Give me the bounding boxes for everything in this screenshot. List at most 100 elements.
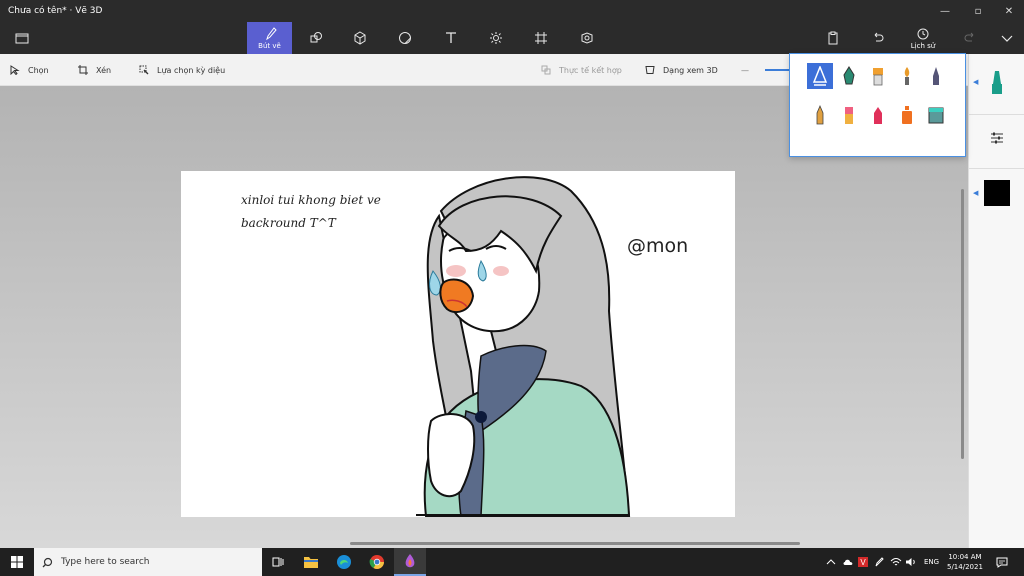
taskbar-edge[interactable] [328,548,360,576]
fill-icon [928,107,944,124]
notification-icon [996,557,1008,568]
tab-effects[interactable] [476,22,516,54]
taskbar-search[interactable]: Type here to search [34,548,262,576]
3d-view-button[interactable]: Dạng xem 3D [645,54,718,86]
oil-brush-icon [873,68,883,86]
pen-tray[interactable] [874,548,884,576]
library-3d-icon [581,32,593,44]
show-hidden-icons-button[interactable] [826,548,836,576]
current-color-swatch[interactable] [984,180,1010,206]
select-button[interactable]: Chọn [10,54,49,86]
taskbar-file-explorer[interactable] [295,548,327,576]
maximize-button[interactable]: ▫ [963,0,993,22]
redo-button[interactable] [950,22,990,54]
undo-button[interactable] [858,22,898,54]
brushes-icon [265,26,277,40]
mixed-reality-label: Thực tế kết hợp [559,65,622,75]
crop-button[interactable]: Xén [78,54,111,86]
antivirus-icon: V [858,557,868,567]
clock-date: 5/14/2021 [947,563,983,571]
chevron-down-icon [1001,35,1013,42]
tab-brushes[interactable]: Bút vẽ [247,22,292,54]
start-button[interactable] [0,548,34,576]
language-indicator[interactable]: ENG [924,548,939,576]
brush-spray-can[interactable] [894,102,920,128]
brush-watercolor[interactable] [894,63,920,89]
cloud-icon [843,559,853,565]
brush-pencil[interactable] [807,102,833,128]
mixed-reality-icon [541,65,551,75]
text-icon [446,32,456,43]
notifications-button[interactable] [996,548,1008,576]
chrome-icon [369,555,384,569]
character-drawing [416,176,631,517]
brush-flyout [789,53,966,157]
tab-text[interactable] [431,22,471,54]
tab-canvas[interactable] [521,22,561,54]
menu-button[interactable] [2,22,42,54]
tab-3d-shapes[interactable] [340,22,380,54]
brush-eraser[interactable] [836,102,862,128]
tab-2d-shapes[interactable] [296,22,336,54]
tab-stickers[interactable] [385,22,425,54]
tab-3d-library[interactable] [567,22,607,54]
search-placeholder: Type here to search [61,557,150,567]
edge-icon [337,555,351,569]
tab-brushes-label: Bút vẽ [258,41,281,50]
redo-icon [964,32,974,42]
taskbar-paint-3d[interactable] [394,548,426,576]
3d-view-label: Dạng xem 3D [663,65,718,75]
drawing-canvas[interactable]: xinloi tui khong biet ve backround T^T @… [181,171,735,517]
brush-crayon[interactable] [865,102,891,128]
task-view-icon [272,557,284,567]
zoom-out-button[interactable]: — [741,54,749,86]
spray-can-icon [902,106,912,124]
onedrive-tray[interactable] [842,548,854,576]
taskbar-chrome[interactable] [361,548,393,576]
selected-brush-preview[interactable] [985,68,1009,98]
paste-icon [828,31,838,45]
mixed-reality-button[interactable]: Thực tế kết hợp [541,54,622,86]
magic-select-icon [139,65,149,75]
brush-ink-pen[interactable] [836,63,862,89]
brush-fill[interactable] [923,102,949,128]
magic-select-label: Lựa chọn kỳ diệu [157,65,226,75]
clock[interactable]: 10:04 AM 5/14/2021 [947,548,983,576]
volume-tray[interactable] [905,548,917,576]
chevron-up-icon [826,559,836,565]
right-panel: ◀ ◀ [968,54,1024,548]
brush-oil[interactable] [865,63,891,89]
effects-icon [490,32,502,44]
panel-caret-1: ◀ [973,78,979,86]
svg-text:V: V [860,558,866,567]
crop-icon [78,65,88,75]
3d-view-icon [645,66,655,74]
shapes-3d-icon [354,31,366,45]
vertical-scrollbar[interactable] [961,189,964,459]
brush-calligraphy-pen[interactable] [807,63,833,89]
zoom-slider[interactable] [765,69,789,71]
eraser-icon [845,107,853,124]
windows-logo-icon [11,556,23,568]
watercolor-icon [904,67,910,85]
expand-toolbar-button[interactable] [987,22,1024,54]
paste-button[interactable] [813,22,853,54]
marker-icon [992,71,1002,94]
close-button[interactable]: ✕ [994,0,1024,22]
minimize-button[interactable]: — [930,0,960,22]
wifi-icon [890,558,902,566]
history-button[interactable]: Lịch sử [903,22,943,54]
task-view-button[interactable] [262,548,294,576]
antivirus-tray[interactable]: V [858,548,868,576]
horizontal-scrollbar[interactable] [350,542,800,545]
title-bar: Chưa có tên* · Vẽ 3D — ▫ ✕ [0,0,1024,22]
network-tray[interactable] [890,548,902,576]
pixel-pen-icon [933,67,939,85]
panel-caret-2: ◀ [973,189,979,197]
magic-select-button[interactable]: Lựa chọn kỳ diệu [139,54,225,86]
brush-pixel-pen[interactable] [923,63,949,89]
brush-settings-button[interactable] [985,126,1009,150]
canvas-icon [535,32,547,44]
pencil-icon [816,105,824,125]
calligraphy-pen-icon [812,66,828,86]
